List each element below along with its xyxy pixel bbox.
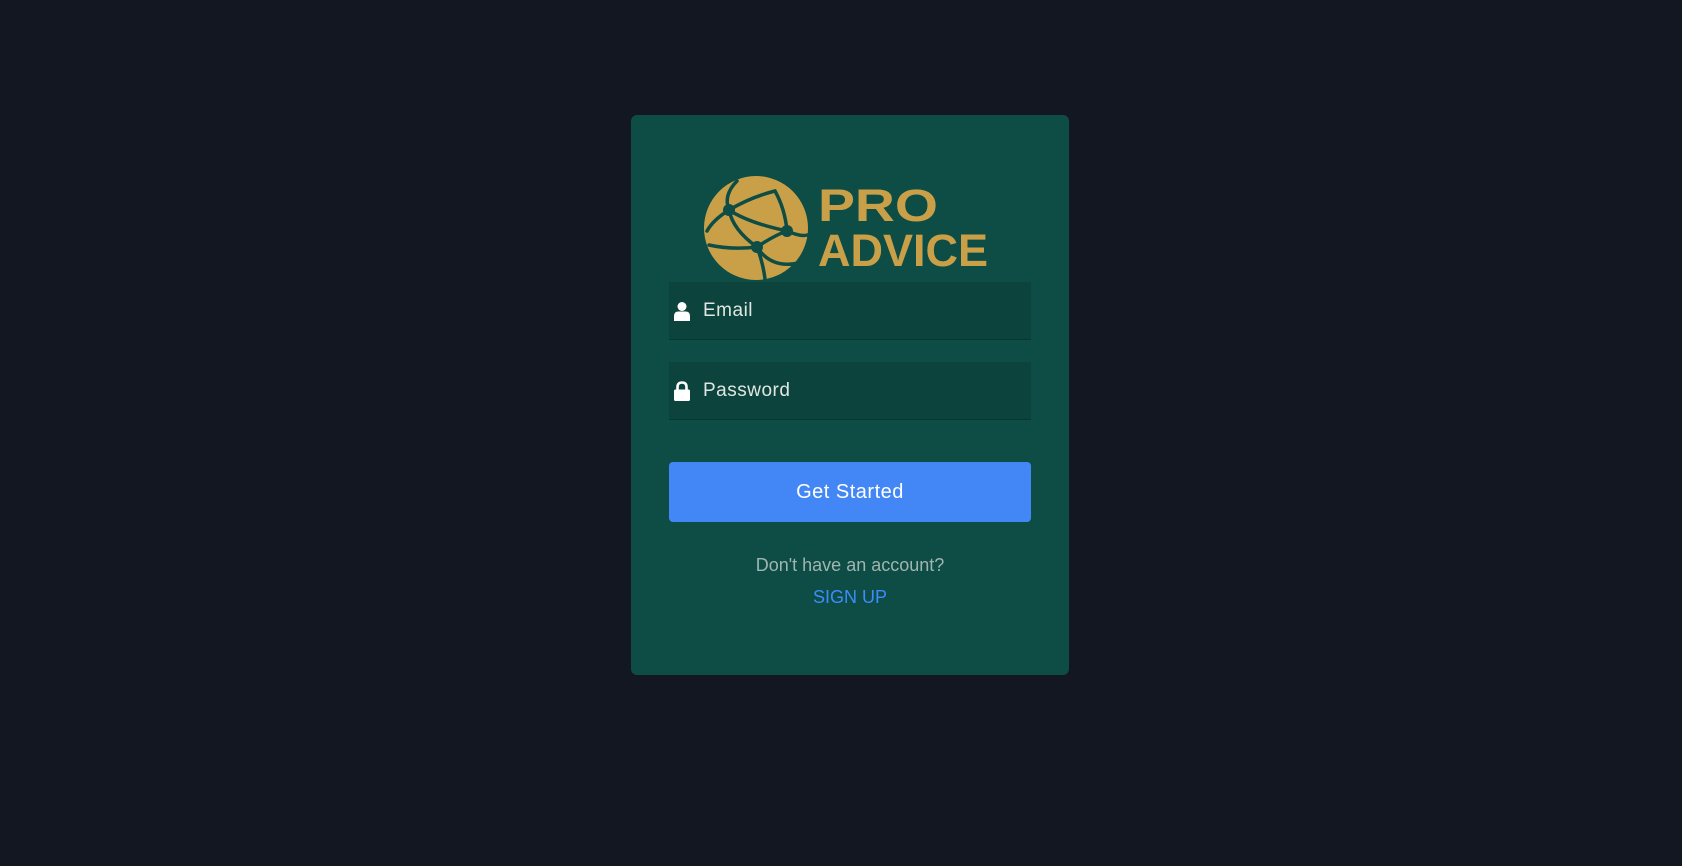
lock-icon (673, 380, 691, 402)
login-card: PRO ADVICE Get Started Don't have an acc… (631, 115, 1069, 675)
brand-line-2: ADVICE (818, 225, 988, 276)
no-account-text: Don't have an account? (755, 555, 945, 575)
pro-advice-logo: PRO ADVICE (704, 176, 988, 281)
email-input[interactable] (703, 282, 1031, 339)
brand-line-1: PRO (818, 180, 938, 231)
email-field (669, 282, 1031, 340)
globe-network-icon (704, 176, 809, 281)
password-field (669, 362, 1031, 420)
password-input[interactable] (703, 362, 1031, 419)
sign-up-link[interactable]: SIGN UP (631, 587, 1069, 608)
get-started-button[interactable]: Get Started (669, 462, 1031, 522)
user-icon (673, 300, 691, 322)
